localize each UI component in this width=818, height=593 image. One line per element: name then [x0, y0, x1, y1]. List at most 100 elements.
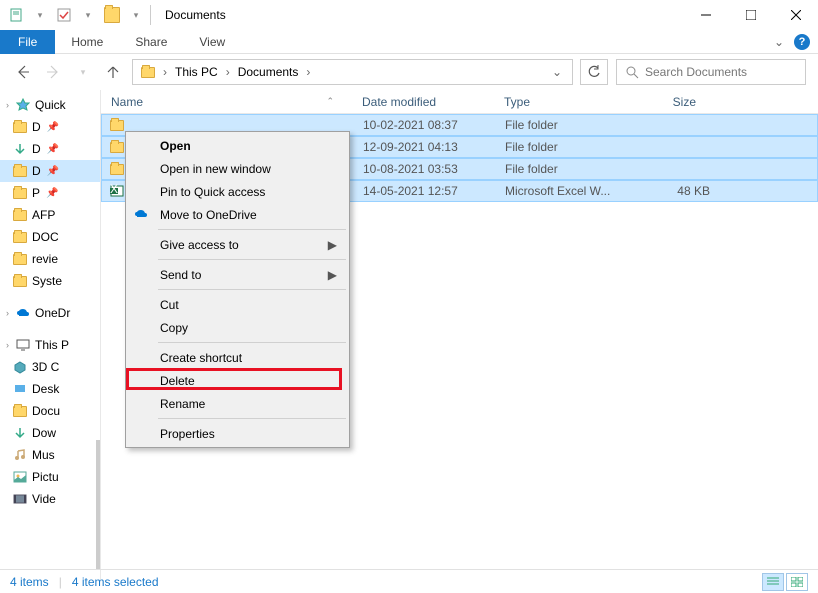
- menu-item-copy[interactable]: Copy: [128, 316, 347, 339]
- chevron-right-icon[interactable]: ›: [6, 100, 9, 110]
- sidebar-item[interactable]: D📌: [0, 116, 100, 138]
- status-count: 4 items: [10, 575, 49, 589]
- context-menu: Open Open in new window Pin to Quick acces…: [125, 131, 350, 448]
- column-name[interactable]: Name⌃: [107, 95, 362, 109]
- sidebar-item-label: D: [32, 120, 41, 134]
- help-button[interactable]: ?: [794, 34, 810, 50]
- folder-icon: [12, 163, 28, 179]
- sidebar-item-label: DOC: [32, 230, 59, 244]
- forward-button[interactable]: [42, 61, 64, 83]
- menu-item-label: Pin to Quick access: [160, 185, 265, 199]
- sidebar-item-label: D: [32, 142, 41, 156]
- file-date: 10-08-2021 03:53: [363, 162, 505, 176]
- chevron-right-icon[interactable]: ›: [304, 65, 312, 79]
- sidebar-item[interactable]: D📌: [0, 138, 100, 160]
- sidebar-item[interactable]: ›This P: [0, 334, 100, 356]
- menu-item-open[interactable]: Open: [128, 134, 347, 157]
- view-details-button[interactable]: [762, 573, 784, 591]
- sidebar-item-label: AFP: [32, 208, 55, 222]
- menu-item-cut[interactable]: Cut: [128, 293, 347, 316]
- star-icon: [15, 97, 31, 113]
- search-input[interactable]: Search Documents: [616, 59, 806, 85]
- qat-dropdown-icon[interactable]: ▾: [32, 7, 48, 23]
- nav-row: ▾ › This PC › Documents › ⌄ Search Docum…: [0, 54, 818, 90]
- column-size[interactable]: Size: [624, 95, 714, 109]
- menu-item-delete[interactable]: Delete: [128, 369, 347, 392]
- menu-item-open-in-new-window[interactable]: Open in new window: [128, 157, 347, 180]
- qat-properties-icon[interactable]: [8, 7, 24, 23]
- sidebar-item-label: P: [32, 186, 40, 200]
- folder-icon: [12, 207, 28, 223]
- sidebar-item[interactable]: Dow: [0, 422, 100, 444]
- sidebar-item[interactable]: P📌: [0, 182, 100, 204]
- onedrive-icon: [134, 207, 150, 223]
- sidebar-item-label: revie: [32, 252, 58, 266]
- menu-item-label: Open: [160, 139, 191, 153]
- sidebar-item-label: Pictu: [32, 470, 59, 484]
- sidebar-item-label: Syste: [32, 274, 62, 288]
- folder-icon: [12, 119, 28, 135]
- address-folder-icon[interactable]: [137, 67, 159, 78]
- tab-view[interactable]: View: [183, 31, 241, 53]
- file-icon: [108, 139, 126, 155]
- menu-item-move-to-onedrive[interactable]: Move to OneDrive: [128, 203, 347, 226]
- search-icon: [625, 65, 639, 79]
- sidebar-item[interactable]: ›OneDr: [0, 302, 100, 324]
- recent-dropdown[interactable]: ▾: [72, 61, 94, 83]
- up-button[interactable]: [102, 61, 124, 83]
- sidebar-item-label: Vide: [32, 492, 56, 506]
- menu-separator: [158, 289, 346, 290]
- status-selected: 4 items selected: [72, 575, 159, 589]
- sidebar-item[interactable]: Docu: [0, 400, 100, 422]
- sidebar-item[interactable]: Pictu: [0, 466, 100, 488]
- column-date[interactable]: Date modified: [362, 95, 504, 109]
- sidebar-item[interactable]: ›Quick: [0, 94, 100, 116]
- sidebar-item[interactable]: Syste: [0, 270, 100, 292]
- close-button[interactable]: [773, 0, 818, 30]
- tab-share[interactable]: Share: [119, 31, 183, 53]
- breadcrumb-folder[interactable]: Documents: [234, 65, 303, 79]
- sidebar-item[interactable]: AFP: [0, 204, 100, 226]
- sidebar-item[interactable]: Desk: [0, 378, 100, 400]
- qat-dropdown2-icon[interactable]: ▾: [80, 7, 96, 23]
- sidebar-item-label: D: [32, 164, 41, 178]
- qat-check-icon[interactable]: [56, 7, 72, 23]
- sidebar-item[interactable]: 3D C: [0, 356, 100, 378]
- back-button[interactable]: [12, 61, 34, 83]
- qat-dropdown3-icon[interactable]: ▾: [128, 7, 144, 23]
- chevron-right-icon[interactable]: ›: [161, 65, 169, 79]
- file-tab[interactable]: File: [0, 30, 55, 54]
- menu-item-label: Properties: [160, 427, 215, 441]
- menu-item-create-shortcut[interactable]: Create shortcut: [128, 346, 347, 369]
- folder-icon: [12, 229, 28, 245]
- menu-item-give-access-to[interactable]: Give access to▶: [128, 233, 347, 256]
- sidebar-item[interactable]: D📌: [0, 160, 100, 182]
- sidebar-item[interactable]: Vide: [0, 488, 100, 510]
- sidebar-item[interactable]: Mus: [0, 444, 100, 466]
- address-dropdown-icon[interactable]: ⌄: [546, 65, 568, 79]
- onedrive-icon: [15, 305, 31, 321]
- sidebar: ›QuickD📌D📌D📌P📌AFPDOCrevieSyste›OneDr›Thi…: [0, 90, 100, 580]
- breadcrumb-pc[interactable]: This PC: [171, 65, 222, 79]
- tab-home[interactable]: Home: [55, 31, 119, 53]
- sidebar-item[interactable]: DOC: [0, 226, 100, 248]
- sidebar-scrollbar[interactable]: [96, 440, 100, 570]
- column-type[interactable]: Type: [504, 95, 624, 109]
- sidebar-item[interactable]: revie: [0, 248, 100, 270]
- menu-item-rename[interactable]: Rename: [128, 392, 347, 415]
- chevron-right-icon[interactable]: ›: [6, 308, 9, 318]
- chevron-right-icon[interactable]: ›: [6, 340, 9, 350]
- menu-item-send-to[interactable]: Send to▶: [128, 263, 347, 286]
- menu-item-properties[interactable]: Properties: [128, 422, 347, 445]
- address-bar[interactable]: › This PC › Documents › ⌄: [132, 59, 573, 85]
- qat-folder-icon[interactable]: [104, 7, 120, 23]
- view-icons-button[interactable]: [786, 573, 808, 591]
- 3d-icon: [12, 359, 28, 375]
- maximize-button[interactable]: [728, 0, 773, 30]
- refresh-button[interactable]: [580, 59, 608, 85]
- minimize-button[interactable]: [683, 0, 728, 30]
- menu-item-pin-to-quick-access[interactable]: Pin to Quick access: [128, 180, 347, 203]
- ribbon-chevron-icon[interactable]: ⌄: [774, 35, 784, 49]
- chevron-right-icon[interactable]: ›: [224, 65, 232, 79]
- chevron-right-icon: ▶: [328, 238, 337, 252]
